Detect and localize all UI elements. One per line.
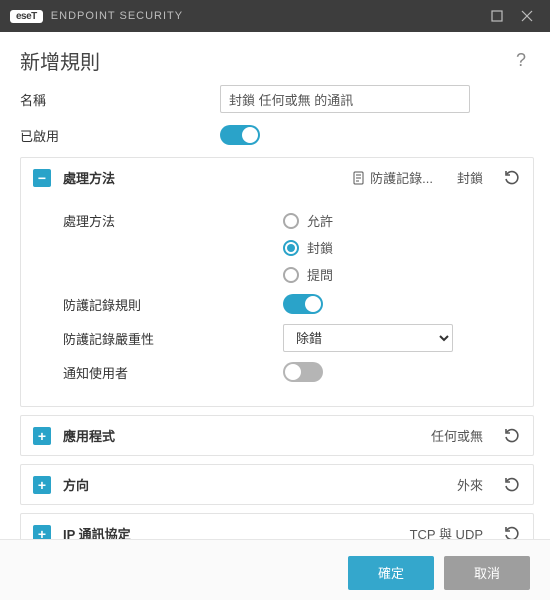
name-input[interactable] bbox=[220, 85, 470, 113]
dialog-body: 名稱 已啟用 − 處理方法 防護記錄... 封鎖 處理方法 bbox=[0, 85, 550, 539]
titlebar: eseT ENDPOINT SECURITY bbox=[0, 0, 550, 32]
panel-action: − 處理方法 防護記錄... 封鎖 處理方法 允許 bbox=[20, 157, 534, 407]
panel-direction-summary: 外來 bbox=[457, 475, 483, 494]
radio-ask[interactable]: 提問 bbox=[283, 265, 333, 284]
note-icon bbox=[352, 171, 366, 185]
cancel-button[interactable]: 取消 bbox=[444, 556, 530, 590]
panel-direction-header[interactable]: + 方向 外來 bbox=[21, 465, 533, 504]
severity-label: 防護記錄嚴重性 bbox=[63, 329, 283, 348]
collapse-icon: − bbox=[33, 169, 51, 187]
name-label: 名稱 bbox=[20, 90, 220, 109]
log-rule-toggle[interactable] bbox=[283, 294, 323, 314]
panel-action-summary: 防護記錄... 封鎖 bbox=[352, 168, 483, 187]
log-rule-label: 防護記錄規則 bbox=[63, 295, 283, 314]
severity-select[interactable]: 除錯 bbox=[283, 324, 453, 352]
panel-application-summary: 任何或無 bbox=[431, 426, 483, 445]
radio-allow[interactable]: 允許 bbox=[283, 211, 333, 230]
panel-protocol-title: IP 通訊協定 bbox=[63, 524, 410, 539]
panel-application-header[interactable]: + 應用程式 任何或無 bbox=[21, 416, 533, 455]
radio-block[interactable]: 封鎖 bbox=[283, 238, 333, 257]
dialog-header: 新增規則 ? bbox=[0, 32, 550, 85]
panel-action-title: 處理方法 bbox=[63, 168, 352, 187]
method-label: 處理方法 bbox=[63, 211, 283, 230]
reset-icon[interactable] bbox=[503, 169, 521, 187]
help-button[interactable]: ? bbox=[512, 50, 530, 71]
panel-protocol-header[interactable]: + IP 通訊協定 TCP 與 UDP bbox=[21, 514, 533, 539]
panel-direction-title: 方向 bbox=[63, 475, 457, 494]
eset-logo: eseT bbox=[10, 10, 43, 23]
reset-icon[interactable] bbox=[503, 476, 521, 494]
window-close-button[interactable] bbox=[512, 0, 542, 32]
panel-direction: + 方向 外來 bbox=[20, 464, 534, 505]
expand-icon: + bbox=[33, 427, 51, 445]
enabled-toggle[interactable] bbox=[220, 125, 260, 145]
panel-protocol-summary: TCP 與 UDP bbox=[410, 524, 483, 539]
dialog-title: 新增規則 bbox=[20, 46, 512, 75]
enabled-label: 已啟用 bbox=[20, 126, 220, 145]
panel-application-title: 應用程式 bbox=[63, 426, 431, 445]
expand-icon: + bbox=[33, 476, 51, 494]
reset-icon[interactable] bbox=[503, 427, 521, 445]
ok-button[interactable]: 確定 bbox=[348, 556, 434, 590]
panel-application: + 應用程式 任何或無 bbox=[20, 415, 534, 456]
window-maximize-button[interactable] bbox=[482, 0, 512, 32]
product-name: ENDPOINT SECURITY bbox=[51, 10, 183, 22]
expand-icon: + bbox=[33, 525, 51, 540]
notify-label: 通知使用者 bbox=[63, 363, 283, 382]
panel-protocol: + IP 通訊協定 TCP 與 UDP bbox=[20, 513, 534, 539]
dialog-footer: 確定 取消 bbox=[0, 539, 550, 600]
panel-action-header[interactable]: − 處理方法 防護記錄... 封鎖 bbox=[21, 158, 533, 197]
reset-icon[interactable] bbox=[503, 525, 521, 540]
notify-toggle[interactable] bbox=[283, 362, 323, 382]
